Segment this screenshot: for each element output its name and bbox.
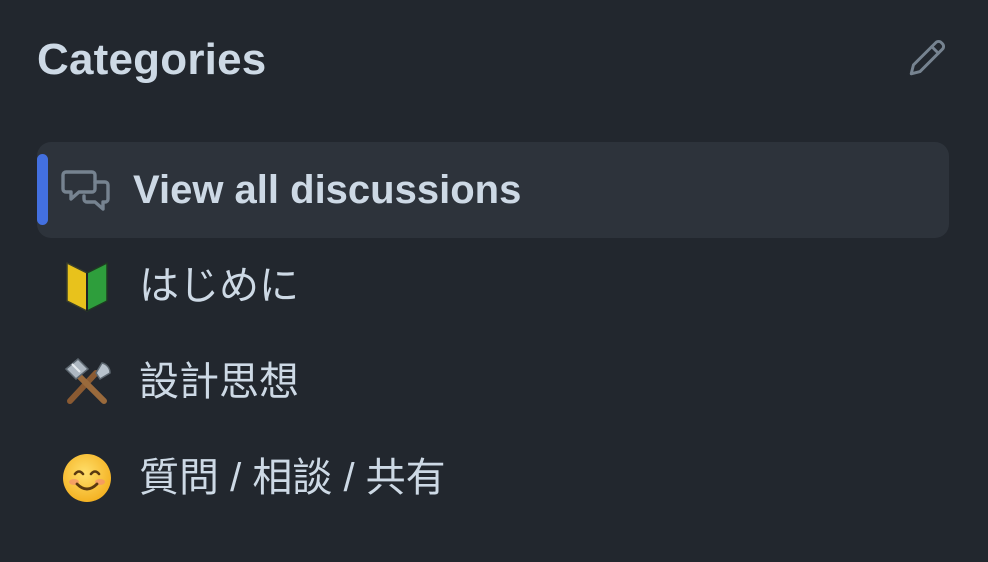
categories-title: Categories (37, 35, 267, 84)
category-item-hajimeni[interactable]: はじめに (37, 238, 949, 334)
categories-header: Categories (37, 30, 951, 90)
categories-list: View all discussions はじめに 設計思想 質問 / 相談 /… (37, 142, 949, 526)
category-label: 質問 / 相談 / 共有 (139, 456, 446, 500)
edit-categories-button[interactable] (903, 34, 951, 82)
beginner-mark-icon (59, 258, 115, 314)
category-label: View all discussions (133, 168, 522, 212)
category-item-sekkei-shisou[interactable]: 設計思想 (37, 334, 949, 430)
hammer-and-wrench-icon (59, 354, 115, 410)
category-item-shitsumon-soudan-kyouyuu[interactable]: 質問 / 相談 / 共有 (37, 430, 949, 526)
smiling-face-icon (59, 450, 115, 506)
category-label: 設計思想 (139, 360, 299, 404)
category-label: はじめに (139, 264, 299, 308)
pencil-icon (909, 40, 945, 76)
active-indicator (37, 154, 48, 225)
category-item-view-all-discussions[interactable]: View all discussions (37, 142, 949, 238)
discussions-icon (59, 162, 115, 218)
categories-panel: Categories View all discussions はじめに 設計思… (0, 0, 988, 562)
